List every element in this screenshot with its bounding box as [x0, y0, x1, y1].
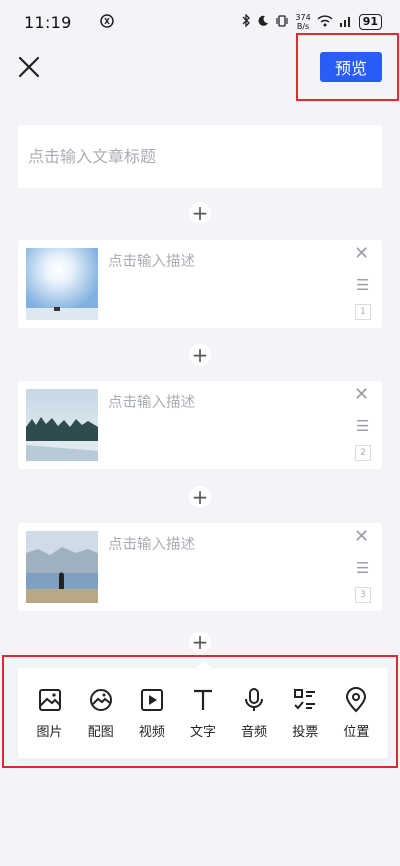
drag-handle-icon[interactable]: ☰	[356, 559, 369, 577]
media-item-card: 点击输入描述 ✕ ☰ 2	[18, 381, 382, 469]
image-icon	[38, 688, 61, 711]
notification-icon	[99, 13, 114, 31]
tool-vote[interactable]: 投票	[282, 687, 328, 740]
tool-label: 配图	[87, 724, 114, 740]
illustration-icon	[89, 688, 112, 711]
item-thumbnail[interactable]	[26, 531, 98, 603]
remove-item-icon[interactable]: ✕	[354, 243, 369, 264]
tool-illustration[interactable]: 配图	[78, 687, 124, 740]
insert-toolbar: 图片 配图 视频 文字 音频 投票 位置	[18, 660, 388, 758]
item-thumbnail[interactable]	[26, 389, 98, 461]
remove-item-icon[interactable]: ✕	[354, 526, 369, 547]
close-icon	[18, 56, 40, 78]
text-icon	[193, 689, 212, 710]
tool-audio[interactable]: 音频	[231, 687, 277, 740]
item-index: 3	[355, 587, 371, 603]
add-block-button[interactable]: +	[189, 486, 211, 508]
microphone-icon	[245, 687, 264, 711]
add-block-button[interactable]: +	[189, 202, 211, 224]
tool-label: 视频	[138, 724, 165, 740]
plus-icon: +	[191, 201, 209, 225]
moon-icon	[257, 15, 269, 30]
tool-text[interactable]: 文字	[180, 687, 226, 740]
title-card	[18, 125, 382, 188]
vibrate-icon	[275, 14, 289, 30]
tool-label: 文字	[189, 724, 216, 740]
network-speed-unit: B/s	[296, 22, 310, 31]
media-item-card: 点击输入描述 ✕ ☰ 1	[18, 240, 382, 328]
close-button[interactable]	[14, 52, 44, 82]
signal-icon	[339, 15, 353, 30]
item-thumbnail[interactable]	[26, 248, 98, 320]
tool-label: 位置	[343, 724, 370, 740]
tool-video[interactable]: 视频	[129, 687, 175, 740]
video-icon	[140, 688, 163, 711]
wifi-icon	[317, 14, 333, 30]
item-index: 1	[355, 304, 371, 320]
plus-icon: +	[191, 485, 209, 509]
tool-image[interactable]: 图片	[27, 687, 73, 740]
network-speed: 374 B/s	[295, 13, 310, 31]
location-icon	[346, 686, 367, 712]
add-block-button[interactable]: +	[189, 344, 211, 366]
item-description-input[interactable]: 点击输入描述	[108, 533, 195, 554]
drag-handle-icon[interactable]: ☰	[356, 417, 369, 435]
tool-label: 音频	[241, 724, 268, 740]
tool-label: 投票	[292, 724, 319, 740]
bluetooth-icon	[242, 13, 251, 30]
add-block-button[interactable]: +	[189, 631, 211, 653]
media-item-card: 点击输入描述 ✕ ☰ 3	[18, 523, 382, 611]
battery-indicator: 91	[358, 14, 382, 30]
plus-icon: +	[191, 630, 209, 654]
plus-icon: +	[191, 343, 209, 367]
status-time: 11:19	[24, 12, 72, 32]
network-speed-value: 374	[295, 13, 311, 22]
item-description-input[interactable]: 点击输入描述	[108, 250, 195, 271]
item-index: 2	[355, 445, 371, 461]
status-icons: 374 B/s 91	[242, 13, 382, 31]
tool-label: 图片	[36, 724, 63, 740]
vote-icon	[294, 688, 316, 709]
drag-handle-icon[interactable]: ☰	[356, 276, 369, 294]
status-bar: 11:19 374 B/s 91	[0, 0, 400, 44]
tool-location[interactable]: 位置	[333, 686, 379, 740]
item-description-input[interactable]: 点击输入描述	[108, 391, 195, 412]
preview-button[interactable]: 预览	[320, 52, 382, 82]
article-title-input[interactable]	[28, 147, 358, 166]
remove-item-icon[interactable]: ✕	[354, 384, 369, 405]
